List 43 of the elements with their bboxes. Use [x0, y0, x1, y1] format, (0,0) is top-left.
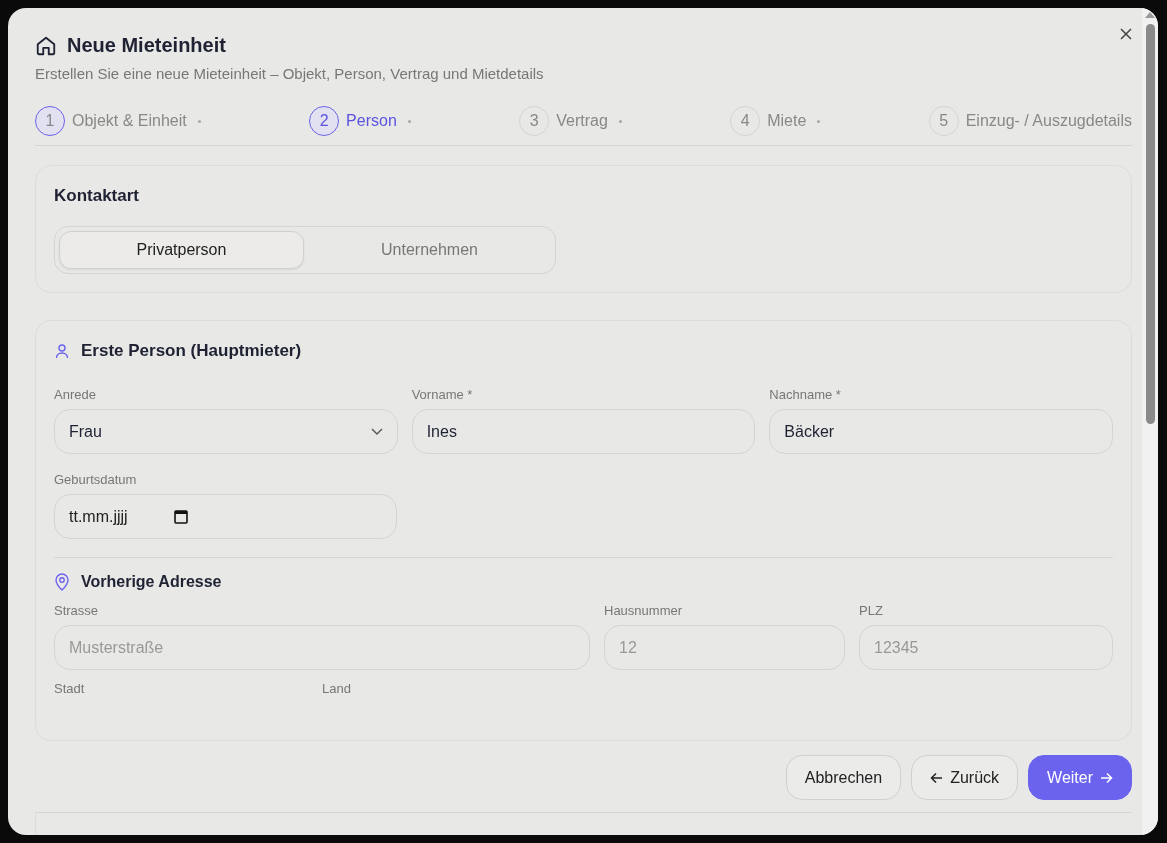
- date-field[interactable]: tt.mm.jjjj: [54, 494, 397, 539]
- input-field[interactable]: 12345: [859, 625, 1113, 670]
- field-label: Nachname *: [769, 387, 842, 402]
- input-field[interactable]: Ines: [411, 409, 756, 454]
- cancel-button[interactable]: Abbrechen: [785, 755, 902, 800]
- field-label: Anrede: [54, 387, 97, 402]
- field-label: Geburtsdatum: [54, 472, 138, 487]
- person-icon: [54, 343, 70, 359]
- scroll-up-icon[interactable]: [1145, 12, 1155, 18]
- input-field[interactable]: Bäcker: [769, 409, 1113, 454]
- field-label: Vorname *: [411, 387, 474, 402]
- dialog-title: Neue Mieteinheit: [67, 34, 226, 57]
- field-label: Stadt: [54, 681, 85, 696]
- stepper-step[interactable]: 4 Miete: [730, 106, 821, 136]
- house-icon: [35, 34, 57, 57]
- section-title: Kontaktart: [54, 186, 140, 206]
- chevron-down-icon: [370, 427, 383, 436]
- arrow-right-icon: [1100, 771, 1113, 784]
- field-label: Strasse: [54, 603, 100, 618]
- next-button[interactable]: Weiter: [1028, 755, 1132, 800]
- input-field[interactable]: 12: [604, 625, 845, 670]
- arrow-left-icon: [930, 771, 944, 784]
- stepper-step[interactable]: 2 Person: [309, 106, 411, 136]
- map-pin-icon: [54, 573, 70, 591]
- segment-option[interactable]: Privatperson: [59, 231, 304, 269]
- section-title: Vorherige Adresse: [81, 573, 222, 591]
- stepper-step[interactable]: 5 Einzug- / Auszugdetails: [928, 106, 1132, 136]
- input-field[interactable]: Musterstraße: [54, 625, 590, 670]
- calendar-icon: [173, 509, 188, 524]
- stepper-step[interactable]: 1 Objekt & Einheit: [35, 106, 201, 136]
- scrollbar[interactable]: [1142, 8, 1158, 835]
- segment-option[interactable]: Unternehmen: [308, 231, 551, 269]
- field-label: Land: [322, 681, 351, 696]
- stepper-step[interactable]: 3 Vertrag: [519, 106, 622, 136]
- select-field[interactable]: Frau: [54, 409, 398, 454]
- section-title: Erste Person (Hauptmieter): [81, 341, 302, 361]
- field-label: PLZ: [859, 603, 884, 618]
- step-number: 2: [309, 106, 340, 136]
- step-number: 1: [35, 106, 65, 136]
- dialog-subtitle: Erstellen Sie eine neue Mieteinheit – Objekt, Person, Vertrag und Mietdetails: [35, 65, 545, 82]
- back-button[interactable]: Zurück: [911, 755, 1019, 800]
- close-button[interactable]: [1120, 28, 1132, 40]
- field-label: Hausnummer: [604, 603, 684, 618]
